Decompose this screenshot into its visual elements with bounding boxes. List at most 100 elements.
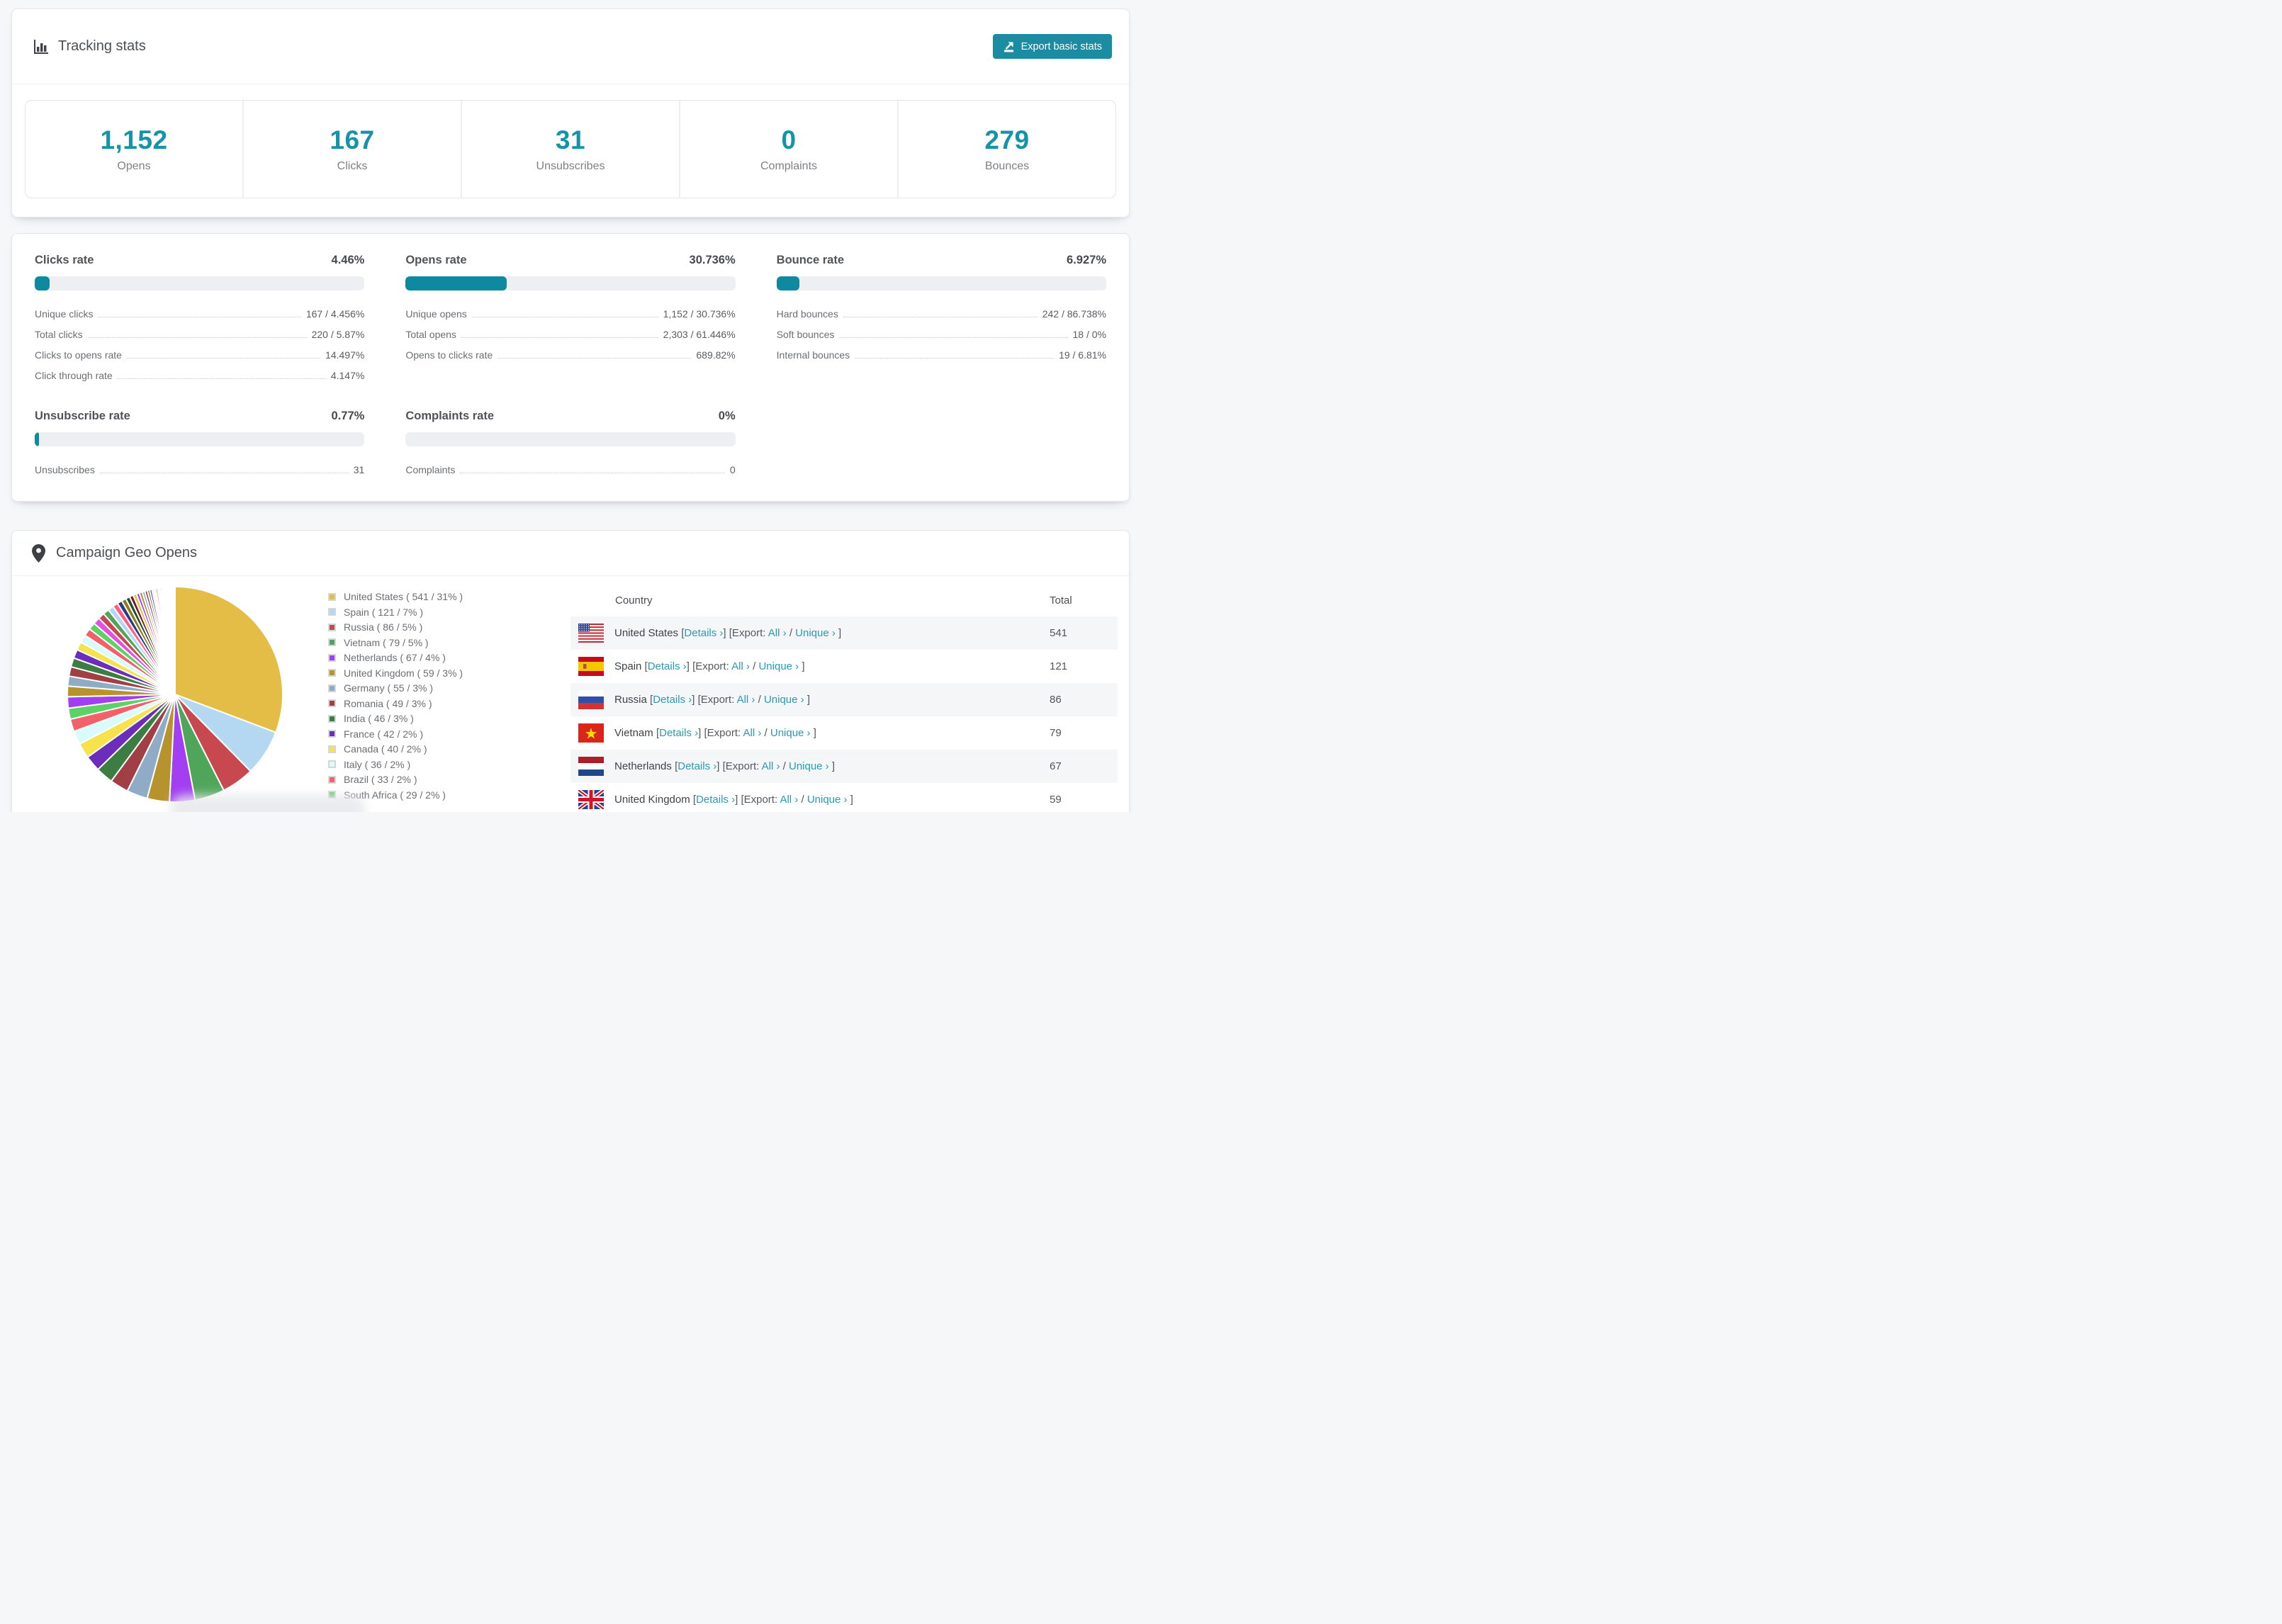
stat-bounces: 279 Bounces <box>897 101 1115 198</box>
legend-item: United States ( 541 / 31% ) <box>328 591 541 602</box>
legend-item: Canada ( 40 / 2% ) <box>328 743 541 755</box>
scrollbar-smudge <box>170 795 365 812</box>
legend-label: United States ( 541 / 31% ) <box>344 591 463 602</box>
legend-swatch <box>328 775 336 784</box>
details-link[interactable]: Details › <box>696 794 735 806</box>
legend-label: Italy ( 36 / 2% ) <box>344 758 411 770</box>
legend-swatch <box>328 745 336 753</box>
stat-complaints-value: 0 <box>781 125 797 154</box>
export-all-link[interactable]: All › <box>780 794 798 806</box>
rate-row: Unique opens 1,152 / 30.736% <box>405 308 736 320</box>
unsubscribe-rate-bar-fill <box>35 432 39 446</box>
export-icon <box>1003 40 1015 52</box>
complaints-rate-block: Complaints rate 0% Complaints 0 <box>405 410 736 480</box>
stat-unsubscribes-label: Unsubscribes <box>536 160 605 172</box>
details-link[interactable]: Details › <box>653 694 692 706</box>
stat-strip: 1,152 Opens 167 Clicks 31 Unsubscribes 0… <box>25 100 1116 198</box>
details-link[interactable]: Details › <box>684 627 723 639</box>
legend-swatch <box>328 592 336 601</box>
total-cell: 121 <box>1050 660 1068 672</box>
country-cell: United States [Details ›] [Export: All ›… <box>614 627 842 639</box>
geo-table-row[interactable]: Vietnam [Details ›] [Export: All › / Uni… <box>570 716 1118 750</box>
clicks-rate-block: Clicks rate 4.46% Unique clicks 167 / 4.4… <box>35 254 365 385</box>
export-all-link[interactable]: All › <box>731 660 750 672</box>
total-cell: 541 <box>1050 627 1068 639</box>
complaints-rate-value: 0% <box>718 410 736 422</box>
details-link[interactable]: Details › <box>678 760 716 772</box>
export-unique-link[interactable]: Unique › <box>770 727 811 739</box>
rate-row: Click through rate 4.147% <box>35 369 365 381</box>
country-cell: United Kingdom [Details ›] [Export: All … <box>614 794 853 806</box>
export-all-link[interactable]: All › <box>743 727 762 739</box>
rate-row: Clicks to opens rate 14.497% <box>35 349 365 361</box>
opens-rate-bar-fill <box>405 276 507 291</box>
rate-row: Hard bounces 242 / 86.738% <box>776 308 1106 320</box>
export-unique-link[interactable]: Unique › <box>758 660 799 672</box>
stat-opens-value: 1,152 <box>100 125 168 154</box>
export-unique-link[interactable]: Unique › <box>764 694 804 706</box>
rate-row: Opens to clicks rate 689.82% <box>405 349 736 361</box>
legend-item: United Kingdom ( 59 / 3% ) <box>328 667 541 679</box>
stat-complaints: 0 Complaints <box>679 101 897 198</box>
export-all-link[interactable]: All › <box>768 627 787 639</box>
stat-bounces-value: 279 <box>984 125 1030 154</box>
opens-rate-bar <box>405 276 736 291</box>
opens-rate-block: Opens rate 30.736% Unique opens 1,152 / 3… <box>405 254 736 385</box>
clicks-rate-bar <box>35 276 365 291</box>
stat-bounces-label: Bounces <box>984 160 1030 172</box>
rate-row: Unique clicks 167 / 4.456% <box>35 308 365 320</box>
stat-unsubscribes: 31 Unsubscribes <box>461 101 679 198</box>
rates-card: Clicks rate 4.46% Unique clicks 167 / 4.4… <box>11 233 1130 502</box>
geo-table-row[interactable]: United Kingdom [Details ›] [Export: All … <box>570 783 1118 812</box>
geo-legend: United States ( 541 / 31% ) Spain ( 121 … <box>328 591 541 804</box>
legend-swatch <box>328 638 336 646</box>
stat-opens-label: Opens <box>117 160 151 172</box>
export-all-link[interactable]: All › <box>737 694 755 706</box>
geo-table-row[interactable]: Spain [Details ›] [Export: All › / Uniqu… <box>570 650 1118 683</box>
export-all-link[interactable]: All › <box>762 760 780 772</box>
complaints-rate-title: Complaints rate <box>405 410 495 422</box>
legend-swatch <box>328 699 336 707</box>
country-column-header: Country <box>615 594 653 607</box>
total-cell: 59 <box>1050 794 1062 806</box>
map-marker-icon <box>32 543 45 563</box>
opens-rate-value: 30.736% <box>689 254 736 266</box>
export-unique-link[interactable]: Unique › <box>807 794 848 806</box>
legend-item: India ( 46 / 3% ) <box>328 713 541 724</box>
export-basic-stats-button[interactable]: Export basic stats <box>992 34 1112 59</box>
geo-table-row[interactable]: Russia [Details ›] [Export: All › / Uniq… <box>570 683 1118 716</box>
geo-table-header: Country Total <box>570 584 1118 616</box>
rate-row: Total opens 2,303 / 61.446% <box>405 328 736 340</box>
geo-pie-chart <box>64 584 286 805</box>
legend-label: Russia ( 86 / 5% ) <box>344 621 423 633</box>
legend-swatch <box>328 714 336 723</box>
geo-table: Country Total United States [Details ›] … <box>570 584 1118 812</box>
geo-table-row[interactable]: United States [Details ›] [Export: All ›… <box>570 616 1118 650</box>
export-unique-link[interactable]: Unique › <box>789 760 829 772</box>
geo-opens-header: Campaign Geo Opens <box>12 531 1129 576</box>
country-name: Vietnam <box>614 727 653 739</box>
flag-vn-icon <box>578 723 604 743</box>
country-cell: Vietnam [Details ›] [Export: All › / Uni… <box>614 727 816 739</box>
bounce-rate-block: Bounce rate 6.927% Hard bounces 242 / 86.… <box>776 254 1106 385</box>
rate-row: Soft bounces 18 / 0% <box>776 328 1106 340</box>
clicks-rate-bar-fill <box>35 276 50 291</box>
legend-label: Germany ( 55 / 3% ) <box>344 682 434 694</box>
total-cell: 79 <box>1050 727 1062 739</box>
export-unique-link[interactable]: Unique › <box>795 627 836 639</box>
legend-label: France ( 42 / 2% ) <box>344 728 424 740</box>
legend-swatch <box>328 669 336 677</box>
flag-nl-icon <box>578 757 604 776</box>
rate-row: Unsubscribes 31 <box>35 463 365 475</box>
legend-label: Romania ( 49 / 3% ) <box>344 697 432 709</box>
geo-table-row[interactable]: Netherlands [Details ›] [Export: All › /… <box>570 750 1118 783</box>
legend-label: India ( 46 / 3% ) <box>344 713 414 724</box>
country-cell: Spain [Details ›] [Export: All › / Uniqu… <box>614 660 805 672</box>
country-name: Netherlands <box>614 760 672 772</box>
details-link[interactable]: Details › <box>659 727 698 739</box>
flag-us-icon <box>578 624 604 643</box>
complaints-rate-bar <box>405 432 736 446</box>
legend-item: Russia ( 86 / 5% ) <box>328 621 541 633</box>
details-link[interactable]: Details › <box>648 660 687 672</box>
pie-slice <box>174 585 176 695</box>
